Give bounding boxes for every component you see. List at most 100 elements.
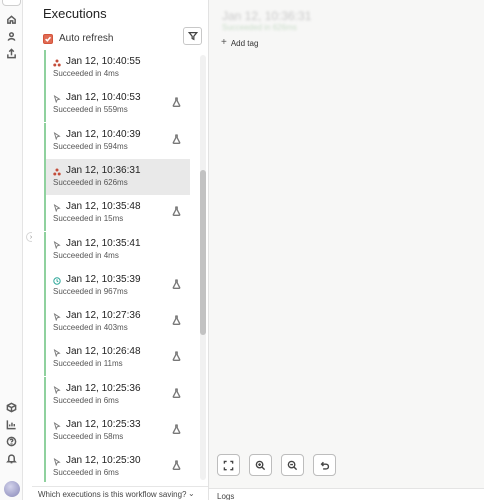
- auto-refresh-toggle[interactable]: Auto refresh: [43, 33, 113, 44]
- undo-button[interactable]: [313, 454, 336, 476]
- share-icon[interactable]: [4, 46, 19, 61]
- flask-icon[interactable]: [172, 424, 181, 434]
- status-indicator-bar: [44, 449, 46, 482]
- plus-icon: +: [221, 37, 227, 48]
- execution-status: Succeeded in 626ms: [53, 177, 128, 187]
- zoom-out-button[interactable]: [281, 454, 304, 476]
- user-icon[interactable]: [4, 29, 19, 44]
- canvas-toolbar: [217, 454, 336, 476]
- cursor-icon: [53, 94, 61, 104]
- zoom-in-button[interactable]: [249, 454, 272, 476]
- saving-question[interactable]: Which executions is this workflow saving…: [38, 490, 187, 499]
- flask-icon[interactable]: [172, 206, 181, 217]
- status-indicator-bar: [44, 158, 46, 195]
- saving-info-bar[interactable]: Which executions is this workflow saving…: [32, 486, 208, 500]
- undo-icon: [320, 461, 330, 470]
- fit-view-button[interactable]: [217, 454, 240, 476]
- execution-list-item[interactable]: Jan 12, 10:40:55 Succeeded in 4ms: [44, 50, 190, 86]
- execution-list-item[interactable]: Jan 12, 10:40:53 Succeeded in 559ms: [44, 86, 190, 123]
- panel-title: Executions: [43, 6, 107, 21]
- execution-status: Succeeded in 594ms: [53, 141, 128, 151]
- fit-view-icon: [223, 460, 234, 470]
- status-indicator-bar: [44, 195, 46, 232]
- home-icon[interactable]: [4, 12, 19, 27]
- execution-list-item[interactable]: Jan 12, 10:35:48 Succeeded in 15ms: [44, 195, 190, 232]
- execution-title: Jan 12, 10:36:31: [222, 9, 312, 23]
- cursor-icon: [53, 457, 61, 467]
- execution-list-item[interactable]: Jan 12, 10:25:33 Succeeded in 58ms: [44, 413, 190, 449]
- bell-icon[interactable]: [4, 451, 19, 466]
- execution-status: Succeeded in 4ms: [53, 69, 119, 78]
- execution-status: Succeeded in 4ms: [53, 250, 119, 260]
- cursor-icon: [53, 312, 61, 322]
- execution-status: Succeeded in 967ms: [53, 286, 128, 296]
- help-icon[interactable]: [4, 434, 19, 449]
- execution-time: Jan 12, 10:35:39: [66, 273, 141, 285]
- execution-status: Succeeded in 559ms: [53, 105, 128, 115]
- execution-time: Jan 12, 10:35:48: [66, 201, 141, 213]
- logs-bar[interactable]: Logs: [209, 488, 484, 500]
- execution-list-item[interactable]: Jan 12, 10:25:30 Succeeded in 6ms: [44, 449, 190, 482]
- zoom-in-icon: [255, 460, 266, 470]
- execution-time: Jan 12, 10:26:48: [66, 346, 141, 358]
- add-tag-button[interactable]: + Add tag: [221, 38, 258, 48]
- flask-icon[interactable]: [172, 279, 181, 289]
- executions-panel: Executions Auto refresh Jan 12, 10:40:55…: [32, 0, 208, 500]
- flask-icon[interactable]: [172, 388, 181, 398]
- chevron-down-icon[interactable]: ⌄: [188, 489, 195, 498]
- cursor-icon: [53, 203, 61, 213]
- scrollbar-thumb[interactable]: [200, 170, 206, 335]
- cursor-icon: [53, 348, 61, 358]
- execution-list-item[interactable]: Jan 12, 10:27:36 Succeeded in 403ms: [44, 304, 190, 341]
- execution-time: Jan 12, 10:25:33: [66, 419, 141, 430]
- auto-refresh-label: Auto refresh: [59, 33, 114, 44]
- status-indicator-bar: [44, 304, 46, 341]
- flask-icon[interactable]: [172, 97, 181, 108]
- filter-icon: [187, 32, 198, 41]
- status-indicator-bar: [44, 376, 46, 413]
- execution-time: Jan 12, 10:25:30: [66, 455, 141, 467]
- flask-icon[interactable]: [172, 133, 181, 144]
- filter-button[interactable]: [183, 27, 202, 45]
- cursor-icon: [53, 385, 61, 394]
- execution-time: Jan 12, 10:35:41: [66, 237, 141, 249]
- cursor-icon: [53, 131, 61, 140]
- execution-list-item[interactable]: Jan 12, 10:26:48 Succeeded in 11ms: [44, 340, 190, 377]
- execution-list-item[interactable]: Jan 12, 10:36:31 Succeeded in 626ms: [44, 158, 190, 195]
- flask-icon[interactable]: [172, 460, 181, 471]
- execution-list-item[interactable]: Jan 12, 10:35:39 Succeeded in 967ms: [44, 267, 190, 304]
- status-indicator-bar: [44, 122, 46, 159]
- execution-time: Jan 12, 10:27:36: [66, 310, 141, 322]
- status-indicator-bar: [44, 86, 46, 123]
- left-rail: [0, 0, 23, 500]
- box-icon[interactable]: [4, 400, 19, 415]
- auto-refresh-checkbox[interactable]: [43, 33, 53, 44]
- cursor-icon: [53, 240, 61, 249]
- execution-time: Jan 12, 10:25:36: [66, 382, 141, 394]
- execution-list-item[interactable]: Jan 12, 10:25:36 Succeeded in 6ms: [44, 376, 190, 413]
- status-indicator-bar: [44, 50, 46, 86]
- avatar[interactable]: [4, 481, 20, 497]
- clock-icon: [53, 276, 61, 285]
- execution-status: Succeeded in 403ms: [53, 323, 128, 333]
- nodes-icon: [53, 58, 61, 67]
- execution-time: Jan 12, 10:40:39: [66, 128, 141, 140]
- check-icon: [45, 36, 52, 42]
- execution-list-item[interactable]: Jan 12, 10:40:39 Succeeded in 594ms: [44, 122, 190, 159]
- flask-icon[interactable]: [172, 351, 181, 362]
- execution-status: Succeeded in 11ms: [53, 359, 123, 369]
- execution-time: Jan 12, 10:40:53: [66, 92, 141, 104]
- logs-label: Logs: [217, 492, 235, 500]
- status-indicator-bar: [44, 340, 46, 377]
- status-indicator-bar: [44, 413, 46, 449]
- chart-icon[interactable]: [4, 417, 19, 432]
- nodes-icon: [53, 167, 61, 176]
- execution-status: Succeeded in 6ms: [53, 468, 119, 478]
- execution-list-item[interactable]: Jan 12, 10:35:41 Succeeded in 4ms: [44, 231, 190, 268]
- execution-status: Succeeded in 58ms: [53, 432, 124, 441]
- rail-logo-edge: [2, 0, 21, 6]
- add-tag-label: Add tag: [230, 38, 259, 48]
- flask-icon[interactable]: [172, 315, 181, 326]
- workflow-canvas[interactable]: Jan 12, 10:36:31 Succeeded in 626ms + Ad…: [209, 0, 484, 488]
- execution-status: Succeeded in 6ms: [53, 395, 119, 405]
